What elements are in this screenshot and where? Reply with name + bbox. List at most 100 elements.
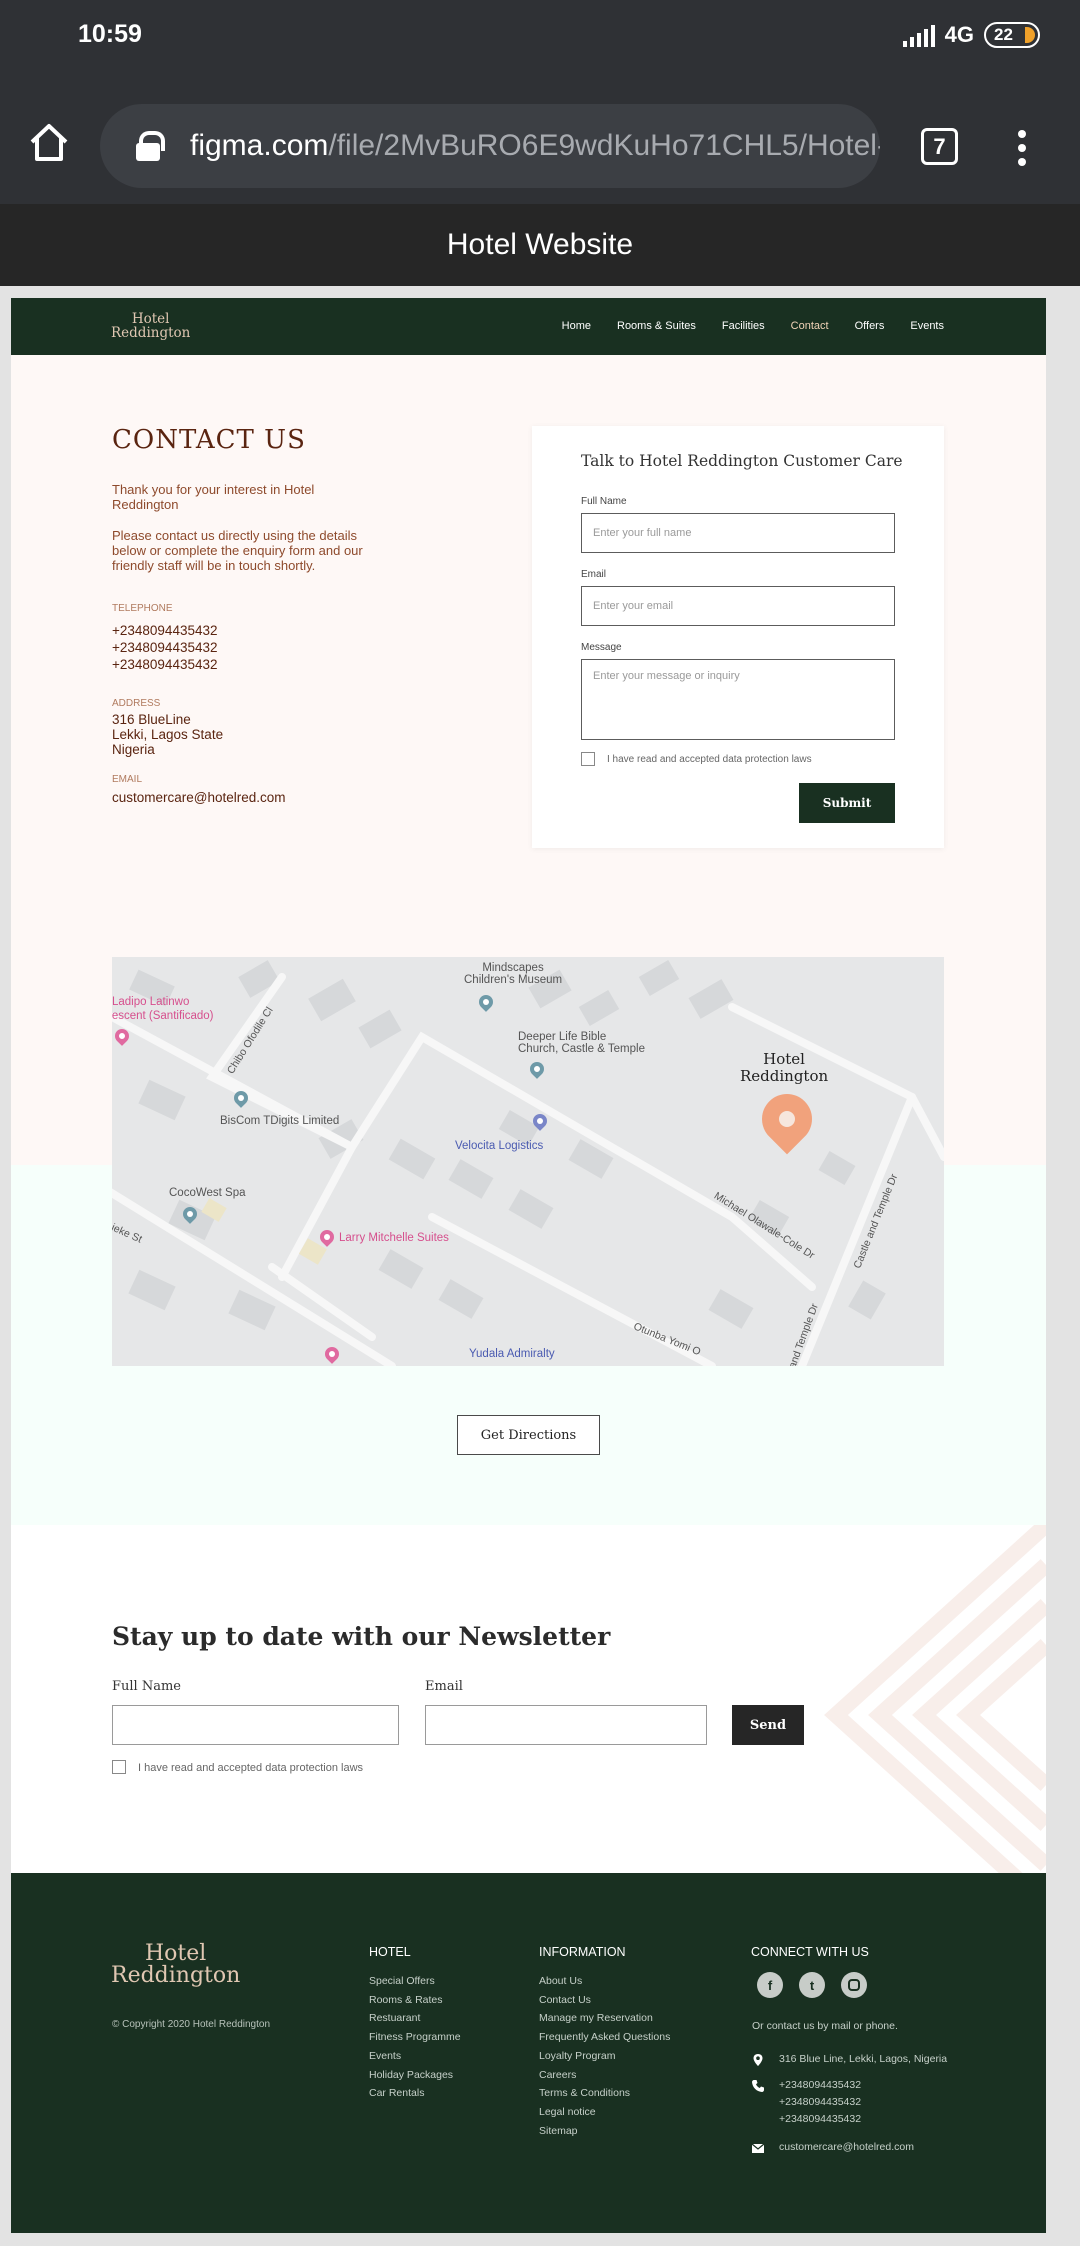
nav-link-offers[interactable]: Offers [855, 320, 885, 332]
message-label: Message [581, 642, 622, 653]
consent-checkbox[interactable] [581, 752, 595, 766]
footer-phone[interactable]: +2348094435432 [779, 2077, 861, 2094]
footer-link[interactable]: Restuarant [369, 2009, 461, 2028]
decorative-chevron-pattern [824, 1525, 1046, 1873]
full-name-label: Full Name [581, 496, 627, 507]
newsletter-email-input[interactable] [425, 1705, 707, 1745]
footer-link[interactable]: Frequently Asked Questions [539, 2028, 670, 2047]
home-icon[interactable] [28, 122, 70, 162]
map-place-deeper-life: Deeper Life Bible Church, Castle & Temple [518, 1031, 645, 1055]
footer-hotel-heading: HOTEL [369, 1945, 411, 1959]
tab-switcher-button[interactable]: 7 [921, 128, 958, 165]
submit-button[interactable]: Submit [799, 783, 895, 823]
newsletter-section: Stay up to date with our Newsletter Full… [11, 1525, 1046, 1873]
battery-level: 22 [994, 25, 1013, 44]
footer-link[interactable]: Loyalty Program [539, 2047, 670, 2066]
nav-links: Home Rooms & Suites Facilities Contact O… [562, 320, 944, 332]
footer-info-links: About Us Contact Us Manage my Reservatio… [539, 1972, 670, 2140]
footer-address: 316 Blue Line, Lekki, Lagos, Nigeria [779, 2053, 948, 2065]
site-navbar: Hotel Reddington Home Rooms & Suites Fac… [11, 298, 1046, 355]
map-place-biscom: BisCom TDigits Limited [220, 1115, 340, 1127]
mail-icon [751, 2143, 765, 2153]
footer-info-heading: INFORMATION [539, 1945, 626, 1959]
footer-email[interactable]: customercare@hotelred.com [779, 2139, 914, 2156]
figma-file-title: Hotel Website [446, 228, 634, 261]
send-button[interactable]: Send [732, 1705, 804, 1745]
map-hotel-label: Hotel Reddington [740, 1050, 829, 1085]
nav-link-rooms[interactable]: Rooms & Suites [617, 320, 696, 332]
address-line: Nigeria [112, 742, 155, 757]
phone-number[interactable]: +2348094435432 [112, 639, 218, 656]
phone-icon [752, 2080, 764, 2092]
newsletter-name-label: Full Name [112, 1679, 181, 1694]
newsletter-name-input[interactable] [112, 1705, 399, 1745]
newsletter-consent-checkbox[interactable] [112, 1760, 126, 1774]
copyright: © Copyright 2020 Hotel Reddington [112, 2019, 271, 2030]
footer-hotel-links: Special Offers Rooms & Rates Restuarant … [369, 1972, 461, 2103]
footer-link[interactable]: Terms & Conditions [539, 2084, 670, 2103]
newsletter-title: Stay up to date with our Newsletter [112, 1622, 611, 1651]
contact-email[interactable]: customercare@hotelred.com [112, 789, 286, 806]
facebook-icon[interactable]: f [757, 1972, 783, 1998]
instagram-icon[interactable] [841, 1972, 867, 1998]
phone-number[interactable]: +2348094435432 [112, 622, 218, 639]
footer-link[interactable]: Holiday Packages [369, 2066, 461, 2085]
nav-link-home[interactable]: Home [562, 320, 591, 332]
nav-link-contact[interactable]: Contact [791, 320, 829, 332]
email-input[interactable] [581, 586, 895, 626]
twitter-icon[interactable]: t [799, 1972, 825, 1998]
contact-details-text: Please contact us directly using the det… [112, 528, 363, 573]
browser-toolbar: figma.com/file/2MvBuRO6E9wdKuHo71CHL5/Ho… [0, 72, 1080, 204]
location-map[interactable]: Ladipo Latinwo rescent (Santificado) Min… [112, 957, 944, 1366]
status-icons: 4G 22 [902, 20, 1040, 50]
full-name-input[interactable] [581, 513, 895, 553]
consent-label: I have read and accepted data protection… [607, 754, 812, 765]
enquiry-form: Talk to Hotel Reddington Customer Care F… [532, 426, 944, 848]
contact-intro: Thank you for your interest in Hotel Red… [112, 482, 315, 512]
map-place-crescent: rescent (Santificado) [112, 1010, 214, 1022]
footer-link[interactable]: Car Rentals [369, 2084, 461, 2103]
form-title: Talk to Hotel Reddington Customer Care [581, 452, 903, 470]
signal-icon [902, 23, 935, 47]
footer-link[interactable]: About Us [539, 1972, 670, 1991]
footer-link[interactable]: Special Offers [369, 1972, 461, 1991]
footer-link[interactable]: Rooms & Rates [369, 1991, 461, 2010]
logo-line-2: Reddington [111, 324, 191, 341]
contact-title: CONTACT US [112, 425, 306, 455]
footer-link[interactable]: Manage my Reservation [539, 2009, 670, 2028]
footer-link[interactable]: Contact Us [539, 1991, 670, 2010]
site-logo[interactable]: Hotel Reddington [111, 312, 191, 341]
address-block: 316 BlueLine Lekki, Lagos State Nigeria [112, 712, 223, 757]
nav-link-events[interactable]: Events [910, 320, 944, 332]
footer-link[interactable]: Careers [539, 2066, 670, 2085]
footer-link[interactable]: Sitemap [539, 2122, 670, 2141]
location-pin-icon [753, 2054, 763, 2066]
more-menu-icon[interactable] [1016, 130, 1028, 166]
address-bar[interactable]: figma.com/file/2MvBuRO6E9wdKuHo71CHL5/Ho… [100, 104, 880, 188]
url-path: /file/2MvBuRO6E9wdKuHo71CHL5/Hotel-W [328, 129, 880, 162]
phone-number[interactable]: +2348094435432 [112, 656, 218, 673]
email-label: EMAIL [112, 774, 143, 785]
footer-link[interactable]: Fitness Programme [369, 2028, 461, 2047]
figma-header: Hotel Website [0, 204, 1080, 460]
footer-link[interactable]: Legal notice [539, 2103, 670, 2122]
footer-contact-note: Or contact us by mail or phone. [752, 2020, 898, 2032]
site-footer: Hotel Reddington © Copyright 2020 Hotel R… [11, 1873, 1046, 2233]
map-place-mindscapes: Mindscapes Children's Museum [464, 962, 563, 986]
get-directions-button[interactable]: Get Directions [457, 1415, 600, 1455]
address-line: Lekki, Lagos State [112, 727, 224, 742]
footer-phone[interactable]: +2348094435432 [779, 2094, 861, 2111]
map-place-yudala: Yudala Admiralty [469, 1348, 555, 1360]
hotel-website-frame: Hotel Reddington Home Rooms & Suites Fac… [11, 298, 1046, 2233]
footer-connect-heading: CONNECT WITH US [751, 1945, 869, 1959]
footer-link[interactable]: Events [369, 2047, 461, 2066]
email-field-label: Email [581, 569, 607, 580]
map-place-cocowest: CocoWest Spa [169, 1187, 246, 1199]
footer-logo[interactable]: Hotel Reddington [111, 1943, 240, 1987]
address-label: ADDRESS [112, 698, 161, 709]
telephone-list: +2348094435432 +2348094435432 +234809443… [112, 622, 218, 673]
nav-link-facilities[interactable]: Facilities [722, 320, 765, 332]
message-textarea[interactable] [581, 659, 895, 740]
battery-icon: 22 [984, 22, 1040, 48]
footer-phone[interactable]: +2348094435432 [779, 2111, 861, 2128]
